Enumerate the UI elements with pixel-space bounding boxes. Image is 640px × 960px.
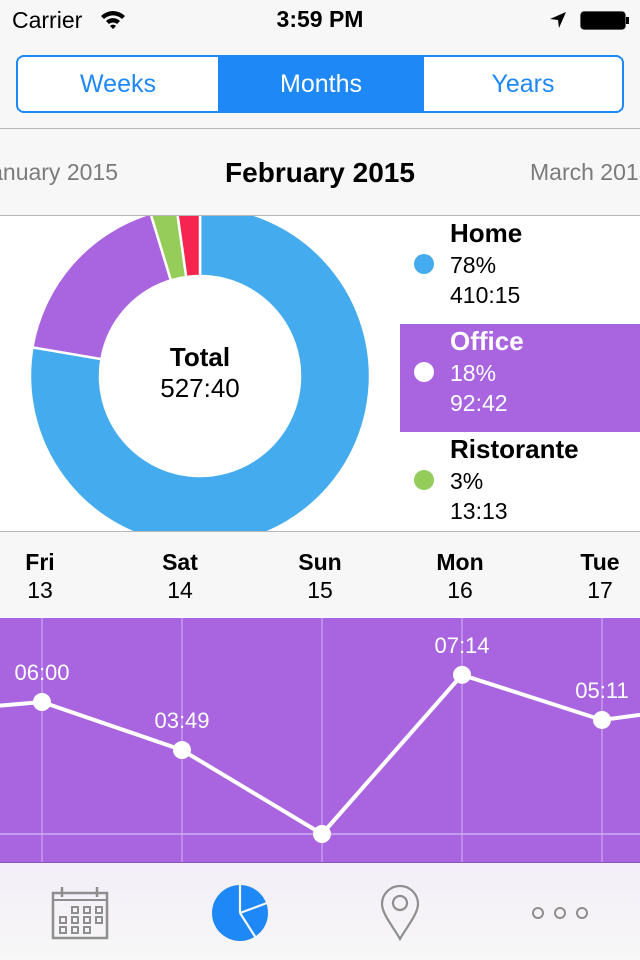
day-column[interactable]: Tue 17: [560, 548, 640, 604]
data-point: [173, 741, 191, 760]
tab-bar: [0, 862, 640, 960]
day-name: Sun: [298, 549, 342, 575]
more-icon: [532, 907, 588, 919]
legend-time: 13:13: [450, 498, 508, 524]
legend-name: Ristorante: [450, 434, 579, 464]
legend-dot: [414, 470, 434, 490]
next-month[interactable]: March 2015: [530, 159, 640, 186]
tab-more[interactable]: [520, 881, 600, 945]
legend-time: 92:42: [450, 390, 508, 416]
day-number: 17: [587, 577, 613, 603]
day-number: 15: [307, 577, 333, 603]
day-column[interactable]: Fri 13: [0, 548, 80, 604]
day-column[interactable]: Sat 14: [140, 548, 220, 604]
day-number: 14: [167, 577, 193, 603]
day-column[interactable]: Mon 16: [420, 548, 500, 604]
battery-icon: [580, 11, 629, 30]
data-label: 07:14: [434, 633, 489, 658]
legend-item-ristorante[interactable]: Ristorante 3% 13:13: [400, 432, 640, 531]
pie-chart-icon: [212, 884, 268, 941]
legend-dot: [414, 254, 434, 274]
total-label: Total: [169, 342, 231, 372]
month-navigator[interactable]: January 2015 February 2015 March 2015: [0, 129, 640, 215]
status-bar: Carrier 3:59 PM: [0, 0, 640, 40]
legend-item-office[interactable]: Office 18% 92:42: [400, 324, 640, 432]
data-point: [453, 665, 471, 684]
day-column[interactable]: Sun 15: [280, 548, 360, 604]
day-name: Fri: [25, 549, 55, 575]
summary-section: Total 527:40 Home 78% 410:15 Office 18% …: [0, 216, 640, 531]
legend-percent: 18%: [450, 360, 497, 386]
donut-center: Total 527:40: [100, 342, 300, 404]
data-point: [313, 825, 331, 843]
legend-item-home[interactable]: Home 78% 410:15: [400, 216, 640, 324]
days-header: Fri 13 Sat 14 Sun 15 Mon 16 Tue 17: [0, 532, 640, 618]
daily-line-chart[interactable]: 06:00 03:49 07:14 05:11: [0, 618, 640, 862]
calendar-icon: [51, 887, 109, 940]
total-value: 527:40: [160, 373, 240, 403]
day-number: 13: [27, 577, 53, 603]
legend: Home 78% 410:15 Office 18% 92:42 Ristora…: [400, 216, 640, 531]
day-number: 16: [447, 577, 473, 603]
day-name: Sat: [162, 549, 198, 575]
legend-name: Home: [450, 218, 523, 248]
legend-time: 410:15: [450, 282, 521, 308]
legend-name: Office: [450, 326, 524, 356]
map-pin-icon: [380, 884, 420, 942]
donut-slice-office: [30, 216, 173, 361]
data-label: 05:11: [575, 678, 628, 703]
tab-statistics[interactable]: [200, 881, 280, 945]
segment-weeks[interactable]: Weeks: [18, 57, 218, 111]
day-name: Mon: [436, 549, 484, 575]
segment-years[interactable]: Years: [423, 57, 622, 111]
location-arrow-icon: [550, 12, 566, 28]
data-label: 03:49: [154, 708, 209, 733]
day-name: Tue: [580, 549, 620, 575]
series-line: [0, 672, 640, 836]
legend-percent: 3%: [450, 468, 484, 494]
status-time: 3:59 PM: [276, 6, 364, 32]
data-label: 06:00: [14, 660, 69, 685]
legend-percent: 78%: [450, 252, 497, 278]
tab-calendar[interactable]: [40, 881, 120, 945]
data-point: [593, 710, 611, 729]
legend-dot: [414, 362, 434, 382]
line-chart-svg: 06:00 03:49 07:14 05:11: [0, 618, 640, 862]
segment-months[interactable]: Months: [218, 57, 423, 111]
tab-places[interactable]: [360, 881, 440, 945]
data-point: [33, 693, 51, 711]
period-segmented-control: Weeks Months Years: [16, 55, 624, 113]
